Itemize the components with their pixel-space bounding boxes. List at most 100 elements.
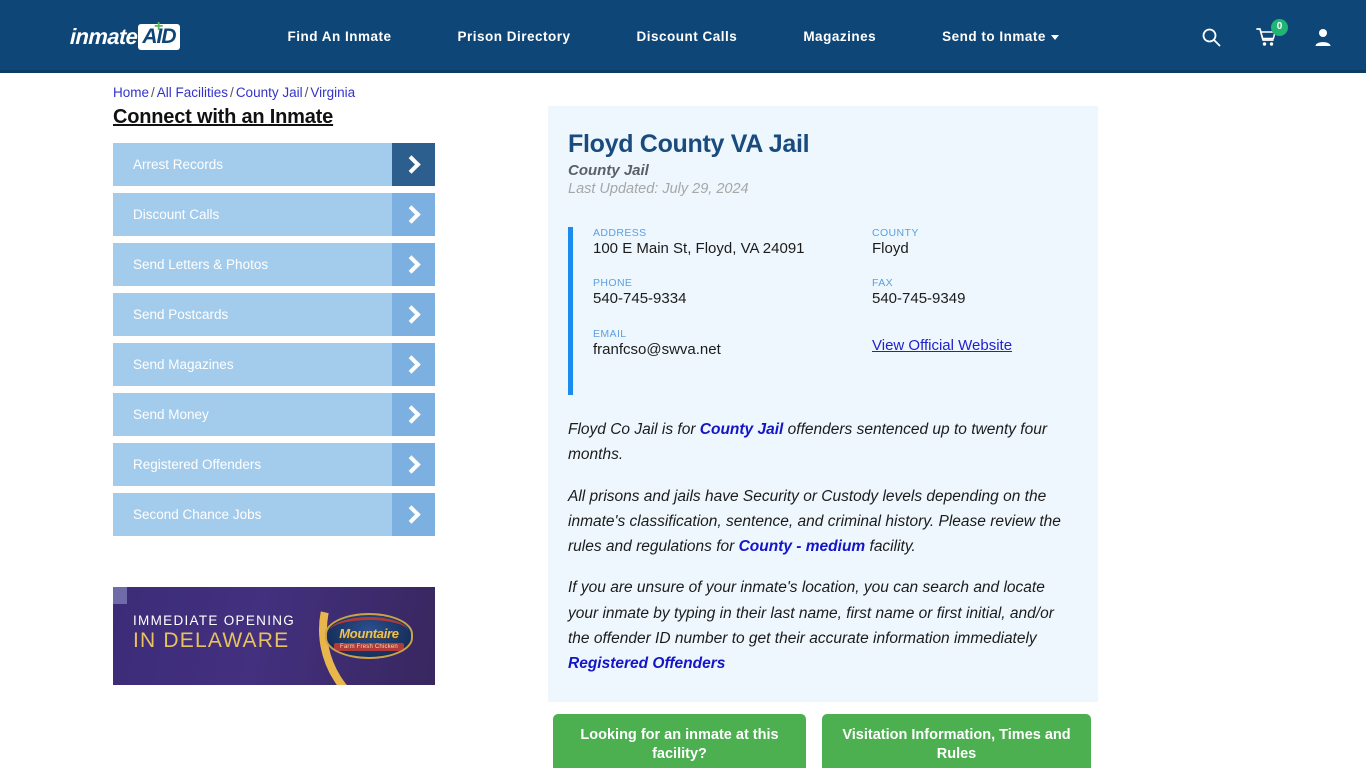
breadcrumb: Home / All Facilities / County Jail / Virginia: [0, 73, 1366, 100]
nav-label: Send to Inmate: [942, 29, 1046, 44]
visitation-info-button[interactable]: Visitation Information, Times and Rules: [822, 714, 1091, 768]
description-paragraph-3: If you are unsure of your inmate's locat…: [568, 575, 1070, 676]
desc-p2-link-county-medium[interactable]: County - medium: [739, 538, 866, 555]
sidebar-item-send-letters-photos[interactable]: Send Letters & Photos: [113, 243, 435, 286]
header-icon-group: 0: [1200, 18, 1342, 48]
sidebar-item-label: Send Money: [133, 407, 209, 422]
email-label: EMAIL: [593, 327, 627, 340]
email-value: franfcso@swva.net: [593, 340, 721, 358]
desc-p3-text-a: If you are unsure of your inmate's locat…: [568, 579, 1054, 647]
chevron-right-icon[interactable]: [392, 343, 435, 386]
nav-item-discount-calls[interactable]: Discount Calls: [604, 29, 771, 44]
chevron-right-icon[interactable]: [392, 193, 435, 236]
site-logo[interactable]: inmate AID +: [69, 17, 181, 52]
facility-info-card: Floyd County VA Jail County Jail Last Up…: [548, 106, 1098, 703]
county-value: Floyd: [872, 240, 909, 257]
user-account-icon[interactable]: [1312, 26, 1334, 48]
search-icon[interactable]: [1200, 26, 1222, 48]
sidebar-item-send-money[interactable]: Send Money: [113, 393, 435, 436]
phone-value: 540-745-9334: [593, 290, 687, 308]
address-block: ADDRESS 100 E Main St, Floyd, VA 24091: [593, 227, 872, 258]
sidebar-item-label: Send Letters & Photos: [133, 257, 269, 272]
last-updated-text: Last Updated: July 29, 2024: [568, 181, 749, 197]
sidebar-list: Arrest Records Discount Calls Send Lette…: [113, 143, 435, 536]
page-body: Home / All Facilities / County Jail / Virginia…: [0, 73, 1366, 768]
chevron-right-icon[interactable]: [392, 293, 435, 336]
plus-icon: +: [154, 17, 164, 35]
shopping-cart-icon[interactable]: 0: [1256, 18, 1288, 48]
ad-logo-arc: [330, 617, 408, 631]
logo-word: inmate: [69, 23, 138, 49]
sidebar-item-arrest-records[interactable]: Arrest Records: [113, 143, 435, 186]
mountaire-logo-icon: Mountaire Farm Fresh Chicken: [325, 613, 413, 659]
chevron-right-icon[interactable]: [392, 243, 435, 286]
nav-item-send-to-inmate[interactable]: Send to Inmate: [909, 29, 1092, 44]
accent-bar: [568, 227, 573, 395]
ad-headline: IMMEDIATE OPENING: [133, 613, 296, 628]
chevron-right-icon[interactable]: [392, 493, 435, 536]
find-inmate-button[interactable]: Looking for an inmate at this facility?: [553, 714, 806, 768]
chevron-right-icon[interactable]: [392, 393, 435, 436]
email-block: EMAIL franfcso@swva.net: [593, 328, 872, 359]
ad-corner-decoration: [113, 587, 127, 604]
facility-type: County Jail: [568, 162, 649, 179]
main-content: Floyd County VA Jail County Jail Last Up…: [548, 106, 1098, 768]
sidebar-title: Connect with an Inmate: [113, 106, 334, 128]
website-block: View Official Website: [872, 328, 1070, 359]
sidebar-item-label: Send Magazines: [133, 357, 234, 372]
breadcrumb-item-home[interactable]: Home: [113, 85, 149, 100]
nav-label: Discount Calls: [636, 29, 738, 44]
chevron-right-icon[interactable]: [392, 443, 435, 486]
address-label: ADDRESS: [593, 227, 647, 239]
phone-label: PHONE: [593, 277, 633, 290]
sidebar-item-label: Arrest Records: [133, 157, 224, 172]
sidebar-item-send-magazines[interactable]: Send Magazines: [113, 343, 435, 386]
desc-p3-link-registered-offenders[interactable]: Registered Offenders: [568, 651, 1070, 676]
cta-button-row: Looking for an inmate at this facility? …: [548, 714, 1098, 768]
nav-item-prison-directory[interactable]: Prison Directory: [424, 29, 603, 44]
page-layout: Connect with an Inmate Arrest Records Di…: [0, 100, 1366, 768]
nav-label: Prison Directory: [457, 29, 571, 44]
description-paragraph-2: All prisons and jails have Security or C…: [568, 484, 1070, 560]
facility-description: Floyd Co Jail is for County Jail offende…: [568, 417, 1070, 676]
ad-subheadline: IN DELAWARE: [133, 628, 290, 652]
fax-value: 540-745-9349: [872, 290, 966, 308]
desc-p1-text-a: Floyd Co Jail is for: [568, 421, 700, 438]
breadcrumb-item-virginia[interactable]: Virginia: [310, 85, 355, 100]
chevron-right-icon[interactable]: [392, 143, 435, 186]
sidebar-item-label: Send Postcards: [133, 307, 229, 322]
nav-item-find-an-inmate[interactable]: Find An Inmate: [254, 29, 424, 44]
site-header: inmate AID + Find An Inmate Prison Direc…: [0, 0, 1366, 73]
breadcrumb-item-county-jail[interactable]: County Jail: [236, 85, 303, 100]
advertisement-banner[interactable]: IMMEDIATE OPENING IN DELAWARE Mountaire …: [113, 587, 435, 685]
sidebar-item-discount-calls[interactable]: Discount Calls: [113, 193, 435, 236]
ad-logo-tagline: Farm Fresh Chicken: [334, 642, 404, 651]
sidebar-item-second-chance-jobs[interactable]: Second Chance Jobs: [113, 493, 435, 536]
contact-info-grid: ADDRESS 100 E Main St, Floyd, VA 24091 C…: [593, 227, 1070, 378]
sidebar-item-label: Discount Calls: [133, 207, 220, 222]
contact-info-section: ADDRESS 100 E Main St, Floyd, VA 24091 C…: [568, 227, 1070, 395]
desc-p1-link-county-jail[interactable]: County Jail: [700, 421, 784, 438]
sidebar-item-label: Registered Offenders: [133, 457, 262, 472]
address-value: 100 E Main St, Floyd, VA 24091: [593, 240, 805, 257]
sidebar-item-send-postcards[interactable]: Send Postcards: [113, 293, 435, 336]
nav-label: Magazines: [803, 29, 877, 44]
ad-text: IMMEDIATE OPENING IN DELAWARE: [133, 613, 295, 654]
cart-count-badge: 0: [1271, 18, 1288, 36]
desc-p2-text-b: facility.: [865, 538, 916, 555]
breadcrumb-separator: /: [151, 85, 155, 100]
fax-label: FAX: [872, 277, 894, 290]
breadcrumb-separator: /: [230, 85, 234, 100]
sidebar: Connect with an Inmate Arrest Records Di…: [113, 106, 435, 768]
county-label: COUNTY: [872, 227, 919, 239]
page-title: Floyd County VA Jail: [568, 130, 810, 158]
fax-block: FAX 540-745-9349: [872, 277, 1070, 308]
nav-item-magazines[interactable]: Magazines: [770, 29, 909, 44]
official-website-link[interactable]: View Official Website: [872, 337, 1012, 354]
breadcrumb-item-all-facilities[interactable]: All Facilities: [157, 85, 228, 100]
main-navigation: Find An Inmate Prison Directory Discount…: [254, 29, 1091, 44]
county-block: COUNTY Floyd: [872, 227, 1070, 258]
description-paragraph-1: Floyd Co Jail is for County Jail offende…: [568, 417, 1070, 468]
sidebar-item-registered-offenders[interactable]: Registered Offenders: [113, 443, 435, 486]
